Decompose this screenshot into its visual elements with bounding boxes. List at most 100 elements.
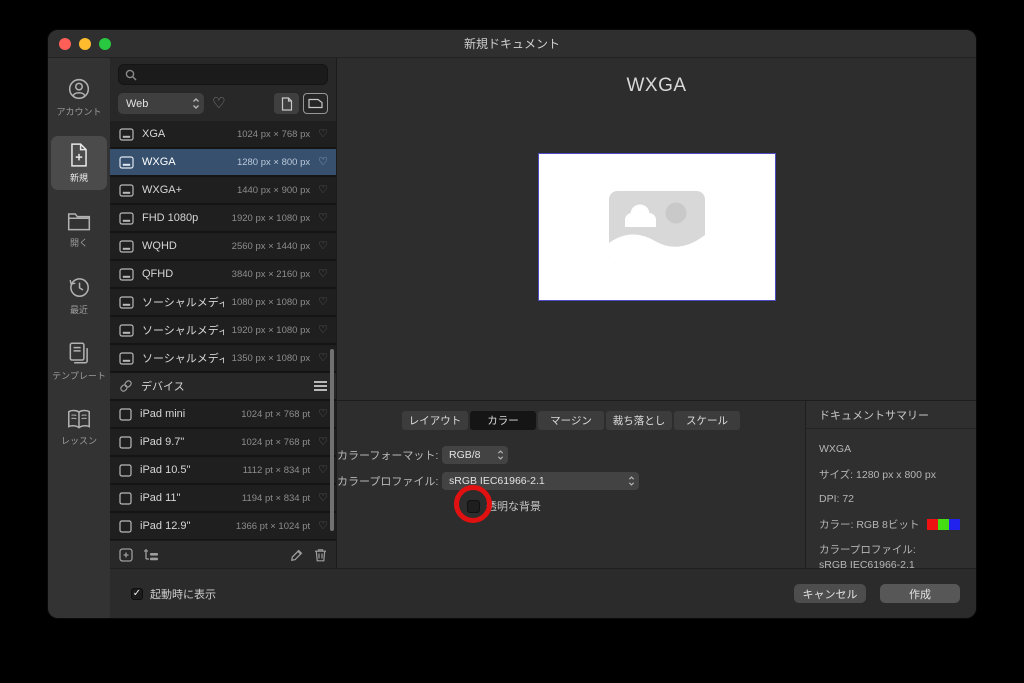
lessons-icon	[65, 407, 93, 431]
sidebar-item-templates[interactable]: テンプレート	[51, 334, 107, 388]
template-name: XGA	[142, 128, 166, 140]
template-size: 2560 px × 1440 px	[231, 240, 311, 252]
template-name: ソーシャルメディアポ…	[142, 353, 224, 365]
minimize-button[interactable]	[79, 37, 91, 50]
tab-カラー[interactable]: カラー	[470, 411, 536, 430]
document-canvas-preview	[537, 153, 776, 301]
template-row[interactable]: iPad 12.9" 1366 pt × 1024 pt ♡	[110, 513, 336, 539]
tab-裁ち落とし[interactable]: 裁ち落とし	[606, 411, 672, 430]
template-name: QFHD	[142, 268, 174, 280]
tablet-icon	[119, 463, 132, 477]
search-input[interactable]	[141, 68, 301, 81]
pencil-icon	[291, 549, 303, 561]
display-icon	[119, 351, 134, 365]
close-button[interactable]	[59, 37, 71, 50]
favorite-heart-icon[interactable]: ♡	[318, 324, 328, 336]
cancel-button[interactable]: キャンセル	[794, 584, 866, 603]
transparent-background-checkbox[interactable]	[467, 499, 480, 513]
add-group-button[interactable]	[143, 548, 160, 562]
template-size: 1366 pt × 1024 pt	[235, 520, 311, 532]
sidebar-item-label: テンプレート	[52, 371, 106, 381]
sidebar-item-label: 開く	[69, 238, 88, 248]
stepper-icon	[628, 475, 635, 487]
zoom-button[interactable]	[99, 37, 111, 50]
library-toolbar	[110, 540, 336, 568]
display-icon	[119, 127, 134, 141]
summary-profile-label: カラープロファイル:	[819, 544, 916, 556]
tablet-icon	[119, 407, 132, 421]
color-swatch	[938, 518, 950, 530]
favorite-heart-icon[interactable]: ♡	[318, 128, 328, 140]
favorite-heart-icon[interactable]: ♡	[318, 520, 328, 532]
landscape-view-button[interactable]	[303, 93, 328, 114]
sidebar-item-recent[interactable]: 最近	[51, 268, 107, 322]
template-name: ソーシャルメディアスト…	[142, 325, 224, 337]
template-size: 1024 pt × 768 pt	[241, 408, 311, 420]
summary-name: WXGA	[819, 443, 852, 455]
template-size: 1080 px × 1080 px	[231, 296, 311, 308]
create-button[interactable]: 作成	[880, 584, 960, 603]
favorite-heart-icon[interactable]: ♡	[318, 240, 328, 252]
template-row[interactable]: ソーシャルメディアスト… 1920 px × 1080 px ♡	[110, 317, 336, 343]
template-row[interactable]: iPad 11" 1194 pt × 834 pt ♡	[110, 485, 336, 511]
stepper-icon	[497, 449, 504, 461]
edit-template-button[interactable]	[290, 548, 304, 562]
delete-template-button[interactable]	[314, 548, 327, 562]
list-scrollbar[interactable]	[330, 349, 334, 531]
add-box-icon	[119, 547, 133, 562]
sidebar-item-open[interactable]: 開く	[51, 202, 107, 256]
template-row[interactable]: WQHD 2560 px × 1440 px ♡	[110, 233, 336, 259]
link-icon	[119, 379, 133, 393]
display-icon	[119, 183, 134, 197]
tab-レイアウト[interactable]: レイアウト	[402, 411, 468, 430]
color-format-dropdown[interactable]: RGB/8	[442, 446, 508, 464]
template-row[interactable]: WXGA 1280 px × 800 px ♡	[110, 149, 336, 175]
show-on-launch-option[interactable]: ✓ 起動時に表示	[131, 586, 216, 602]
favorite-heart-icon[interactable]: ♡	[318, 268, 328, 280]
sidebar-item-label: アカウント	[56, 107, 102, 117]
sidebar-item-new[interactable]: 新規	[51, 136, 107, 190]
favorite-heart-icon[interactable]: ♡	[318, 492, 328, 504]
document-summary-panel: ドキュメントサマリー WXGA サイズ: 1280 px x 800 px DP…	[805, 401, 976, 571]
template-name: WXGA+	[142, 184, 183, 196]
show-on-launch-checkbox[interactable]: ✓	[131, 587, 143, 600]
template-name: iPad 11"	[140, 492, 181, 504]
tab-スケール[interactable]: スケール	[674, 411, 740, 430]
favorites-filter-heart-icon[interactable]: ♡	[212, 96, 225, 111]
template-row[interactable]: iPad 9.7" 1024 pt × 768 pt ♡	[110, 429, 336, 455]
favorite-heart-icon[interactable]: ♡	[318, 352, 328, 364]
portrait-view-button[interactable]	[274, 93, 299, 114]
summary-color: カラー: RGB 8ビット	[819, 517, 963, 532]
template-row[interactable]: XGA 1024 px × 768 px ♡	[110, 121, 336, 147]
favorite-heart-icon[interactable]: ♡	[318, 408, 328, 420]
template-row[interactable]: QFHD 3840 px × 2160 px ♡	[110, 261, 336, 287]
template-row[interactable]: iPad mini 1024 pt × 768 pt ♡	[110, 401, 336, 427]
new-doc-icon	[67, 142, 91, 168]
document-settings-panel: レイアウト カラー マージン 裁ち落とし スケール カラーフォーマット: RGB/8	[337, 401, 805, 568]
category-dropdown[interactable]: Web	[118, 93, 204, 114]
favorite-heart-icon[interactable]: ♡	[318, 436, 328, 448]
tab-マージン[interactable]: マージン	[538, 411, 604, 430]
template-name: WQHD	[142, 240, 177, 252]
sidebar-item-account[interactable]: アカウント	[51, 70, 107, 124]
template-size: 3840 px × 2160 px	[231, 268, 311, 280]
sidebar: アカウント新規開く最近テンプレートレッスン	[48, 58, 110, 618]
sidebar-item-lessons[interactable]: レッスン	[51, 400, 107, 454]
favorite-heart-icon[interactable]: ♡	[318, 296, 328, 308]
add-template-button[interactable]	[119, 547, 133, 562]
favorite-heart-icon[interactable]: ♡	[318, 212, 328, 224]
template-row[interactable]: ソーシャルメディアポ… 1350 px × 1080 px ♡	[110, 345, 336, 371]
sidebar-item-label: 最近	[69, 305, 88, 315]
search-field[interactable]	[118, 64, 328, 85]
template-row[interactable]: WXGA+ 1440 px × 900 px ♡	[110, 177, 336, 203]
template-row[interactable]: iPad 10.5" 1112 pt × 834 pt ♡	[110, 457, 336, 483]
hamburger-menu-icon[interactable]	[314, 381, 327, 391]
category-value: Web	[126, 97, 149, 110]
template-row[interactable]: ソーシャルメディア正… 1080 px × 1080 px ♡	[110, 289, 336, 315]
favorite-heart-icon[interactable]: ♡	[318, 156, 328, 168]
devices-section-header[interactable]: デバイス	[110, 373, 336, 399]
template-row[interactable]: FHD 1080p 1920 px × 1080 px ♡	[110, 205, 336, 231]
color-profile-dropdown[interactable]: sRGB IEC61966-2.1	[442, 472, 639, 490]
favorite-heart-icon[interactable]: ♡	[318, 464, 328, 476]
favorite-heart-icon[interactable]: ♡	[318, 184, 328, 196]
